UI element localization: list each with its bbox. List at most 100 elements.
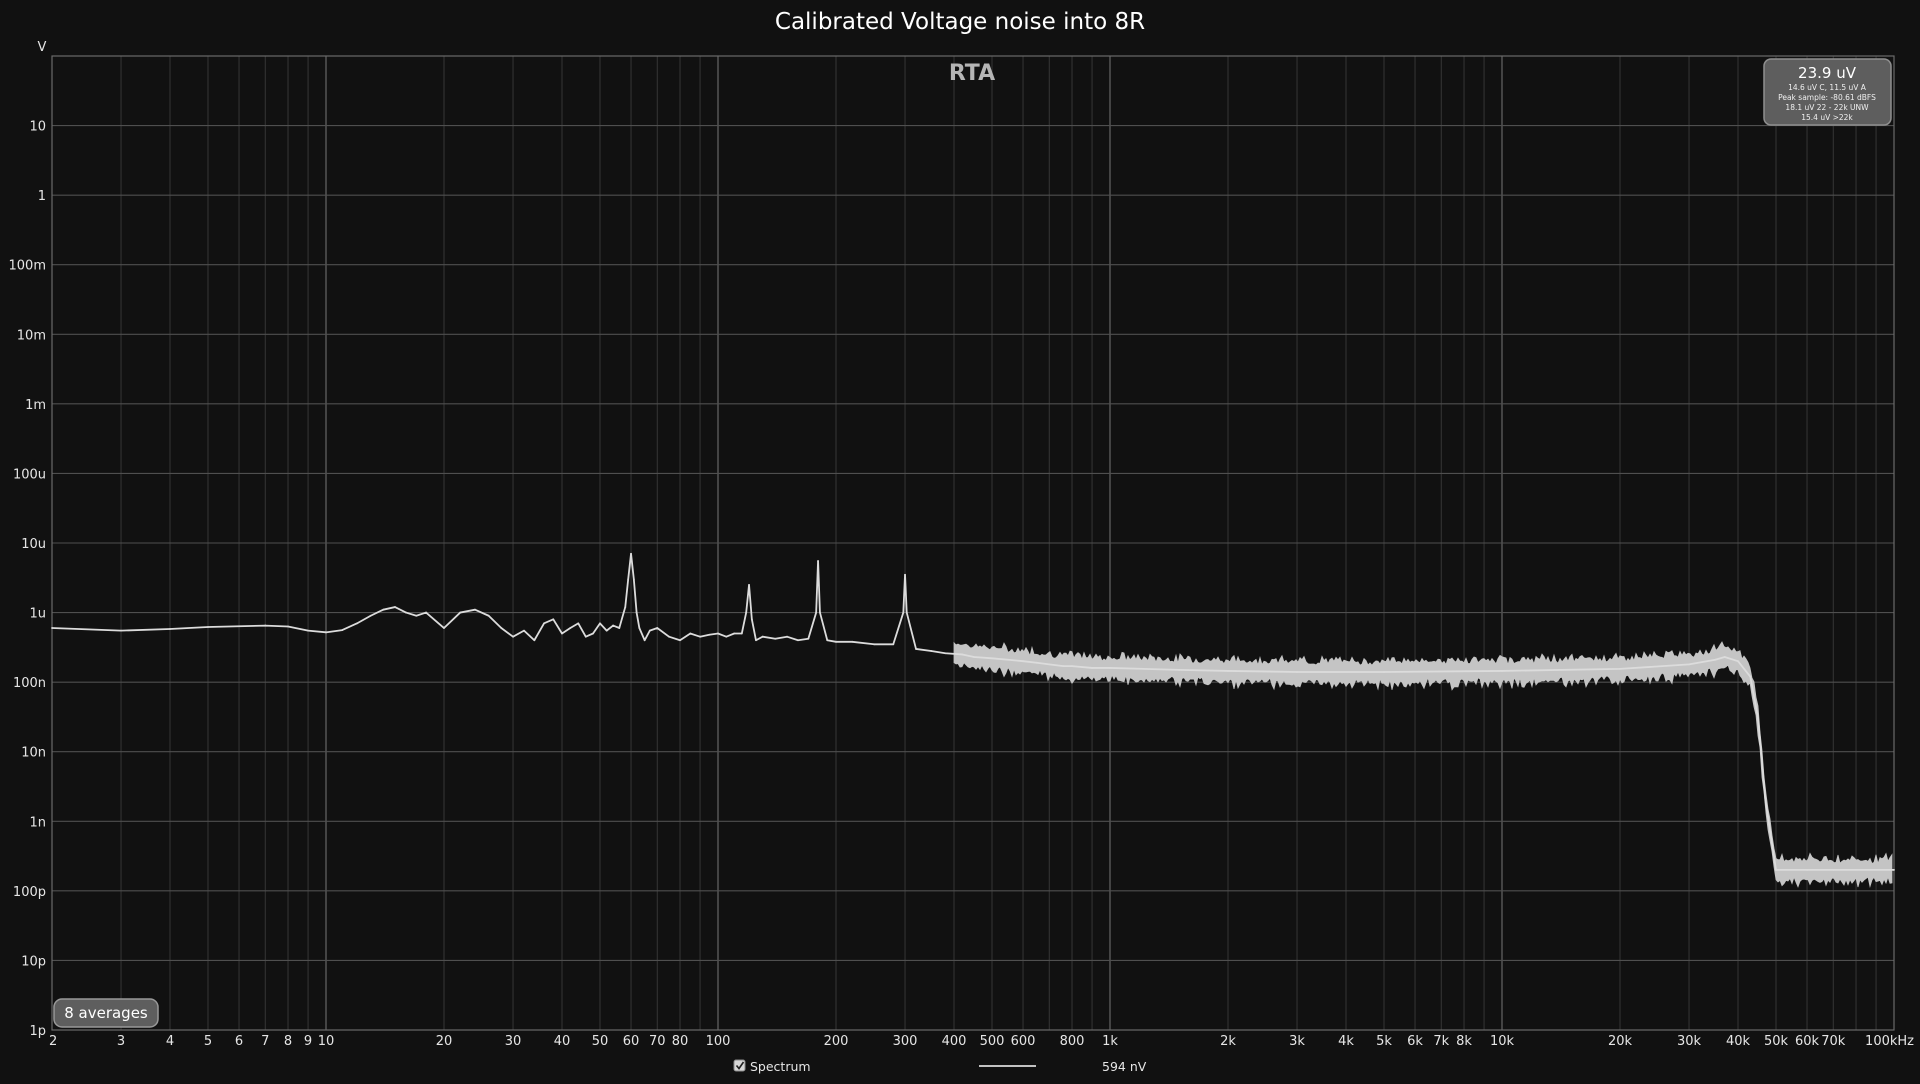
x-tick-label: 200 <box>824 1034 849 1049</box>
x-tick-label: 70k <box>1821 1034 1846 1049</box>
spectrum-point <box>835 640 837 643</box>
stats-main-value: 23.9 uV <box>1798 64 1857 82</box>
spectrum-point <box>264 624 267 627</box>
spectrum-point <box>1757 717 1759 720</box>
y-tick-label: 10u <box>21 537 46 552</box>
spectrum-point <box>394 606 396 608</box>
y-tick-label: 10p <box>21 954 46 969</box>
x-tick-label: 300 <box>893 1034 918 1049</box>
stats-line-4: 15.4 uV >22k <box>1801 113 1853 122</box>
rta-window: Calibrated Voltage noise into 8R RTA V 1… <box>0 0 1920 1084</box>
spectrum-point <box>1714 658 1717 661</box>
x-tick-label: 60 <box>623 1034 640 1049</box>
spectrum-point <box>1296 671 1298 673</box>
spectrum-point <box>120 629 122 632</box>
spectrum-point <box>1723 656 1726 658</box>
stats-line-2: Peak sample: -80.61 dBFS <box>1778 93 1876 102</box>
spectrum-point <box>207 626 209 628</box>
y-tick-label: 10n <box>21 746 46 761</box>
spectrum-point <box>382 608 385 611</box>
spectrum-point <box>533 639 536 642</box>
spectrum-point <box>635 611 638 614</box>
spectrum-point <box>699 635 701 638</box>
spectrum-point <box>797 639 799 642</box>
spectrum-point <box>643 639 646 642</box>
spectrum-point <box>851 640 854 643</box>
spectrum-point <box>1227 670 1229 672</box>
averages-badge[interactable]: 8 averages <box>53 998 159 1028</box>
x-tick-label: 80 <box>672 1034 689 1049</box>
spectrum-point <box>459 611 462 614</box>
spectrum-point <box>755 639 757 642</box>
x-tick-label: 4 <box>166 1034 174 1049</box>
x-tick-label: 5k <box>1376 1034 1392 1049</box>
x-tick-label: 40k <box>1726 1034 1751 1049</box>
spectrum-point <box>1109 667 1111 669</box>
y-tick-label: 1 <box>38 189 46 204</box>
spectrum-point <box>592 632 594 635</box>
spectrum-checkbox[interactable] <box>733 1059 746 1072</box>
spectrum-point <box>725 635 728 638</box>
stats-line-1: 14.6 uV C, 11.5 uV A <box>1788 83 1867 92</box>
x-tick-label: 20 <box>436 1034 453 1049</box>
x-tick-label: 8 <box>284 1034 292 1049</box>
spectrum-point <box>786 635 788 638</box>
spectrum-point <box>668 635 670 638</box>
legend-value: 594 nV <box>1102 1059 1147 1074</box>
spectrum-point <box>1806 869 1808 871</box>
spectrum-point <box>1062 665 1065 668</box>
x-tick-label: 2k <box>1220 1034 1236 1049</box>
spectrum-point <box>1383 671 1385 673</box>
x-tick-label: 100kHz <box>1865 1034 1914 1049</box>
spectrum-point <box>1619 668 1621 670</box>
x-tick-label: 6 <box>235 1034 243 1049</box>
spectrum-point <box>618 627 621 629</box>
y-tick-label: 1u <box>29 607 46 622</box>
x-tick-label: 20k <box>1608 1034 1633 1049</box>
y-unit-label: V <box>38 40 47 55</box>
spectrum-point <box>287 625 289 628</box>
x-tick-label: 800 <box>1060 1034 1085 1049</box>
rta-watermark: RTA <box>949 61 995 86</box>
spectrum-point <box>750 618 753 621</box>
x-tick-label: 30 <box>505 1034 522 1049</box>
y-tick-label: 1m <box>25 398 46 413</box>
spectrum-point <box>415 614 418 617</box>
spectrum-point <box>708 633 711 636</box>
x-tick-label: 40 <box>554 1034 571 1049</box>
spectrum-point <box>584 635 587 638</box>
spectrum-point <box>761 635 764 638</box>
rta-chart: Calibrated Voltage noise into 8R RTA V 1… <box>0 0 1920 1084</box>
spectrum-point <box>648 629 651 632</box>
spectrum-point <box>51 627 53 629</box>
x-tick-label: 2 <box>49 1034 57 1049</box>
spectrum-point <box>569 627 572 629</box>
spectrum-point <box>638 627 641 629</box>
spectrum-point <box>873 643 875 646</box>
spectrum-point <box>1022 660 1024 663</box>
averages-badge-label[interactable]: 8 averages <box>64 1004 148 1022</box>
y-tick-label: 1p <box>29 1024 46 1039</box>
x-tick-label: 3k <box>1289 1034 1305 1049</box>
stats-box: 23.9 uV 14.6 uV C, 11.5 uV A Peak sample… <box>1763 58 1892 126</box>
spectrum-point <box>577 622 580 625</box>
x-tick-label: 4k <box>1338 1034 1354 1049</box>
spectrum-point <box>1688 663 1690 666</box>
spectrum-point <box>892 643 895 646</box>
spectrum-point <box>717 632 719 635</box>
spectrum-point <box>169 628 171 630</box>
legend-spectrum-label[interactable]: Spectrum <box>750 1059 811 1074</box>
x-tick-label: 10 <box>318 1034 335 1049</box>
x-tick-label: 8k <box>1456 1034 1472 1049</box>
x-tick-label: 400 <box>942 1034 967 1049</box>
x-tick-label: 6k <box>1407 1034 1423 1049</box>
spectrum-point <box>1178 668 1180 671</box>
x-tick-label: 60k <box>1795 1034 1820 1049</box>
spectrum-point <box>745 611 748 614</box>
spectrum-point <box>552 618 555 621</box>
spectrum-point <box>405 611 407 614</box>
spectrum-point <box>973 656 975 658</box>
spectrum-point <box>944 652 947 655</box>
spectrum-point <box>425 611 427 614</box>
x-tick-label: 10k <box>1490 1034 1515 1049</box>
